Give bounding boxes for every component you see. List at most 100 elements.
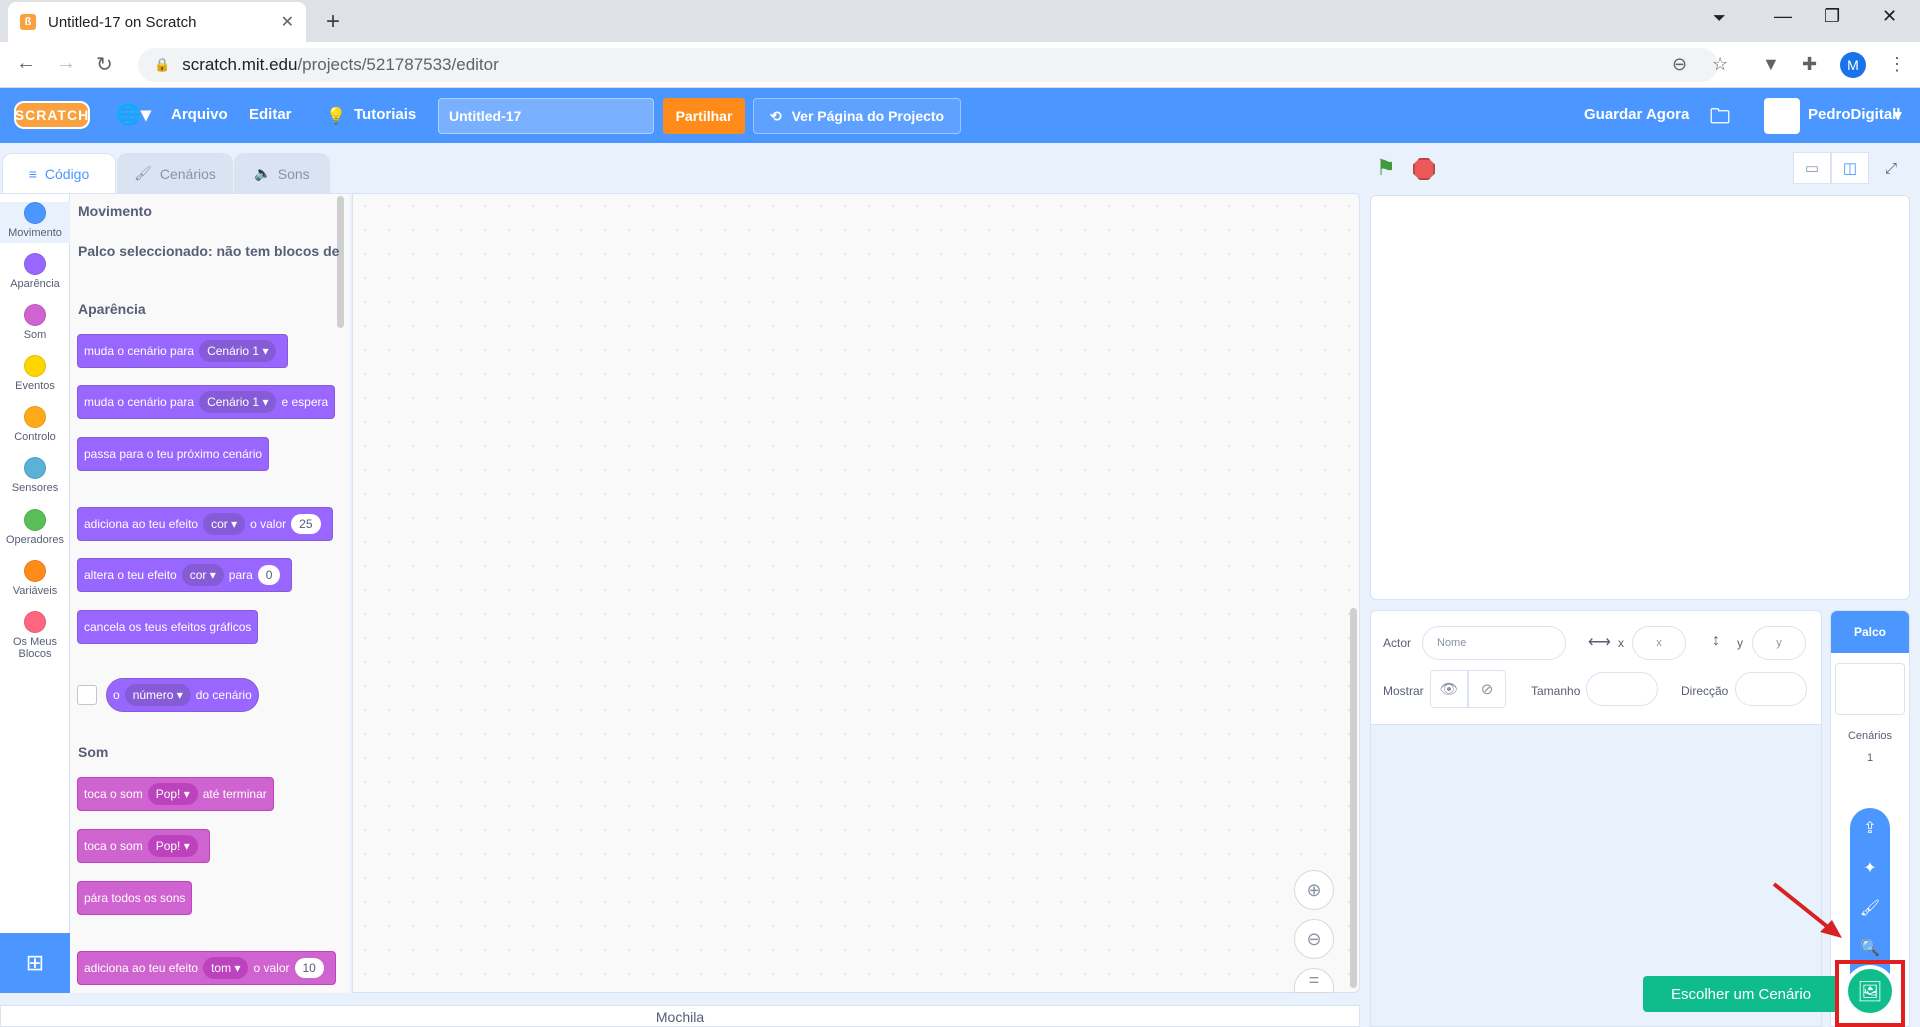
category-label: Variáveis bbox=[12, 585, 58, 597]
block-dropdown[interactable]: cor ▾ bbox=[181, 564, 224, 586]
search-backdrop-icon[interactable]: 🔍 bbox=[1855, 933, 1885, 963]
block-dropdown[interactable]: Pop! ▾ bbox=[147, 835, 198, 857]
account-username[interactable]: PedroDigitall bbox=[1808, 106, 1901, 123]
block-number-input[interactable]: 10 bbox=[294, 958, 324, 978]
category-variables[interactable]: Variáveis bbox=[0, 560, 70, 597]
zoom-out-icon[interactable]: ⊖ bbox=[1294, 919, 1334, 959]
browser-menu-icon[interactable]: ⋮ bbox=[1888, 54, 1906, 75]
size-field[interactable] bbox=[1586, 672, 1658, 706]
show-eye-icon[interactable]: 👁 bbox=[1430, 670, 1468, 708]
y-field[interactable]: y bbox=[1752, 626, 1806, 660]
category-looks[interactable]: Aparência bbox=[0, 253, 70, 290]
upload-backdrop-icon[interactable]: ⇪ bbox=[1855, 813, 1885, 843]
block-switch-backdrop[interactable]: muda o cenário para Cenário 1 ▾ bbox=[77, 334, 289, 368]
address-bar[interactable]: 🔒 scratch.mit.edu/projects/521787533/edi… bbox=[138, 48, 1718, 82]
save-now-button[interactable]: Guardar Agora bbox=[1584, 106, 1689, 123]
surprise-icon[interactable]: ✦ bbox=[1855, 853, 1885, 883]
block-change-sound-effect[interactable]: adiciona ao teu efeito tom ▾ o valor 10 bbox=[77, 951, 336, 985]
block-dropdown-label: Cenário 1 bbox=[207, 395, 260, 409]
browser-tab[interactable]: ß Untitled-17 on Scratch ✕ bbox=[8, 2, 306, 42]
window-close-icon[interactable]: ✕ bbox=[1882, 6, 1897, 27]
block-dropdown[interactable]: número ▾ bbox=[124, 684, 191, 706]
tab-code[interactable]: ≡ Código bbox=[2, 153, 116, 193]
block-text: muda o cenário para bbox=[84, 344, 195, 358]
tab-backdrops-label: Cenários bbox=[159, 165, 216, 182]
tab-code-label: Código bbox=[44, 165, 90, 182]
category-operators[interactable]: Operadores bbox=[0, 509, 70, 546]
my-stuff-folder-icon[interactable]: 🗀 bbox=[1710, 102, 1730, 136]
extension-icon[interactable]: ▼ bbox=[1762, 54, 1780, 75]
block-change-effect[interactable]: adiciona ao teu efeito cor ▾ o valor 25 bbox=[77, 507, 333, 541]
zoom-icon[interactable]: ⊖ bbox=[1672, 54, 1687, 75]
fullscreen-icon[interactable]: ⤢ bbox=[1872, 152, 1910, 184]
stage-canvas[interactable] bbox=[1370, 195, 1910, 600]
maximize-icon[interactable]: ❐ bbox=[1824, 6, 1840, 27]
tab-backdrops[interactable]: 🖌 Cenários bbox=[117, 153, 233, 193]
annotation-arrow-icon bbox=[1772, 882, 1842, 938]
category-motion[interactable]: Movimento bbox=[0, 202, 70, 243]
scratch-logo[interactable]: SCRATCH bbox=[14, 101, 90, 129]
project-title-input[interactable]: Untitled-17 bbox=[438, 98, 654, 134]
paint-icon[interactable]: 🖌 bbox=[1855, 893, 1885, 923]
palette-scrollbar[interactable] bbox=[337, 196, 344, 328]
category-sensing[interactable]: Sensores bbox=[0, 457, 70, 494]
large-stage-icon[interactable]: ◫ bbox=[1831, 152, 1869, 184]
reporter-checkbox[interactable] bbox=[77, 685, 97, 705]
sprite-name-field[interactable]: Nome bbox=[1422, 626, 1566, 660]
palette-motion-title: Movimento bbox=[78, 203, 152, 219]
block-play-sound-until-done[interactable]: toca o som Pop! ▾ até terminar bbox=[77, 777, 274, 811]
tab-sounds[interactable]: 🔈 Sons bbox=[234, 153, 330, 193]
category-events[interactable]: Eventos bbox=[0, 355, 70, 392]
backpack[interactable]: Mochila bbox=[0, 1005, 1360, 1027]
zoom-in-icon[interactable]: ⊕ bbox=[1294, 870, 1334, 910]
category-control[interactable]: Controlo bbox=[0, 406, 70, 443]
category-sound[interactable]: Som bbox=[0, 304, 70, 341]
add-extension-button[interactable]: ⊞ bbox=[0, 933, 70, 993]
block-dropdown[interactable]: Cenário 1 ▾ bbox=[199, 340, 277, 362]
reload-icon[interactable]: ↻ bbox=[96, 52, 113, 77]
block-backdrop-number-reporter[interactable]: o número ▾ do cenário bbox=[106, 678, 259, 712]
user-avatar[interactable] bbox=[1764, 98, 1800, 134]
x-field[interactable]: x bbox=[1632, 626, 1686, 660]
block-start-sound[interactable]: toca o som Pop! ▾ bbox=[77, 829, 210, 863]
language-globe-icon[interactable]: 🌐▾ bbox=[116, 102, 151, 127]
block-dropdown[interactable]: cor ▾ bbox=[203, 513, 246, 535]
see-project-page-button[interactable]: ⟲ Ver Página do Projecto bbox=[753, 98, 961, 134]
block-dropdown[interactable]: tom ▾ bbox=[203, 957, 249, 979]
block-dropdown[interactable]: Cenário 1 ▾ bbox=[199, 391, 277, 413]
category-my-blocks[interactable]: Os Meus Blocos bbox=[0, 611, 70, 660]
palette-motion-note: Palco seleccionado: não tem blocos de bbox=[78, 243, 340, 259]
block-stop-all-sounds[interactable]: pára todos os sons bbox=[77, 881, 193, 915]
direction-field[interactable] bbox=[1735, 672, 1807, 706]
block-set-effect[interactable]: altera o teu efeito cor ▾ para 0 bbox=[77, 558, 293, 592]
edit-menu[interactable]: Editar bbox=[249, 106, 292, 123]
minimize-icon[interactable]: — bbox=[1774, 6, 1792, 27]
account-caret-icon[interactable]: ▾ bbox=[1894, 106, 1902, 124]
block-switch-backdrop-and-wait[interactable]: muda o cenário para Cenário 1 ▾ e espera bbox=[77, 385, 336, 419]
block-dropdown[interactable]: Pop! ▾ bbox=[147, 783, 198, 805]
workspace-scrollbar[interactable] bbox=[1350, 608, 1357, 988]
green-flag-icon[interactable]: ⚑ bbox=[1376, 155, 1396, 181]
tab-sounds-label: Sons bbox=[277, 165, 310, 182]
small-stage-icon[interactable]: ▭ bbox=[1793, 152, 1831, 184]
backdrops-count: 1 bbox=[1866, 752, 1874, 764]
bookmark-star-icon[interactable]: ☆ bbox=[1712, 54, 1728, 75]
puzzle-extensions-icon[interactable]: ✚ bbox=[1802, 54, 1817, 75]
tab-search-icon[interactable]: ⏷ bbox=[1713, 10, 1726, 28]
stop-icon[interactable] bbox=[1413, 158, 1435, 180]
tutorials-menu[interactable]: Tutoriais bbox=[354, 106, 416, 123]
script-workspace[interactable] bbox=[352, 193, 1360, 993]
block-next-backdrop[interactable]: passa para o teu próximo cenário bbox=[77, 437, 270, 471]
profile-avatar[interactable]: M bbox=[1840, 52, 1866, 78]
forward-icon[interactable]: → bbox=[56, 52, 76, 75]
url-path: /projects/521787533/editor bbox=[297, 55, 499, 74]
block-clear-effects[interactable]: cancela os teus efeitos gráficos bbox=[77, 610, 259, 644]
file-menu[interactable]: Arquivo bbox=[171, 106, 228, 123]
tab-close-icon[interactable]: ✕ bbox=[281, 12, 294, 32]
share-button[interactable]: Partilhar bbox=[663, 98, 745, 134]
hide-eye-icon[interactable]: ⊘ bbox=[1468, 670, 1506, 708]
block-number-input[interactable]: 25 bbox=[291, 514, 321, 534]
back-icon[interactable]: ← bbox=[16, 52, 36, 75]
new-tab-icon[interactable]: + bbox=[326, 8, 340, 36]
block-number-input[interactable]: 0 bbox=[257, 565, 281, 585]
